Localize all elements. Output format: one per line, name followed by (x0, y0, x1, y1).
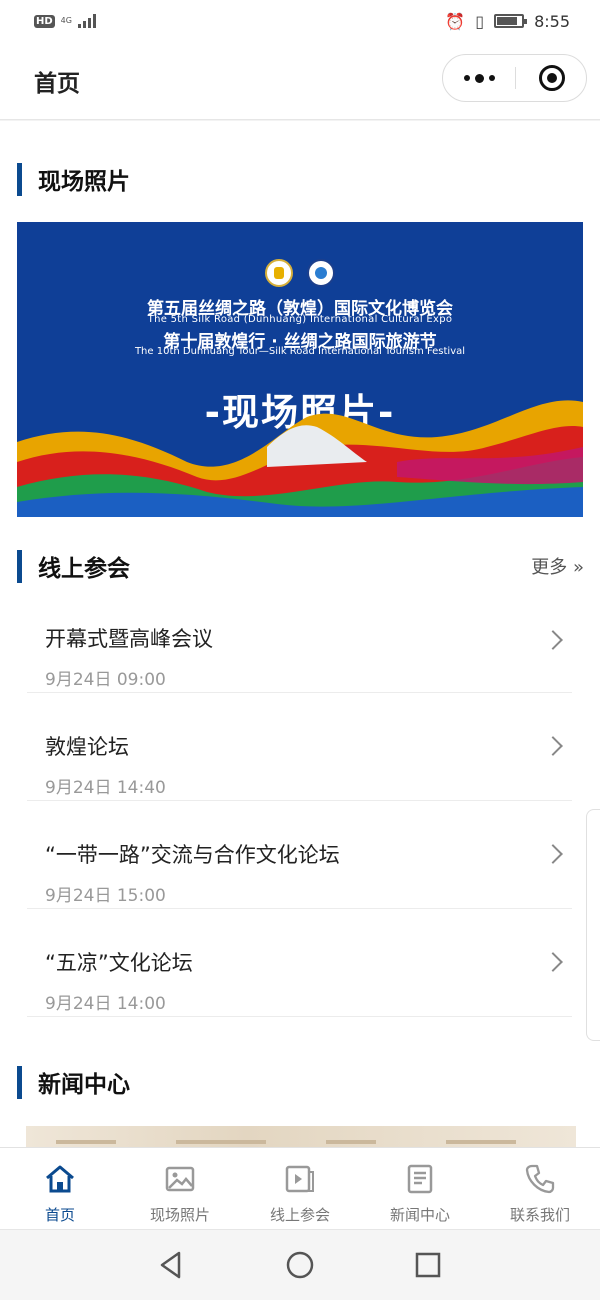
chevron-right-icon (543, 630, 563, 650)
network-hd-label: HD (34, 14, 55, 28)
image-icon (165, 1166, 195, 1192)
network-type-label: 4G (60, 16, 72, 25)
floating-side-handle[interactable] (586, 809, 600, 1041)
heading-accent-bar (17, 549, 22, 583)
news-heading: 新闻中心 (38, 1072, 130, 1098)
recent-apps-icon[interactable] (413, 1250, 443, 1280)
list-item[interactable]: 开幕式暨高峰会议 9月24日 09:00 (27, 593, 572, 693)
photos-heading: 现场照片 (38, 169, 130, 195)
home-circle-icon[interactable] (285, 1250, 315, 1280)
title-bar: 首页 (0, 42, 600, 120)
tab-label: 联系我们 (509, 1206, 570, 1224)
session-date: 9月24日 09:00 (45, 670, 166, 690)
list-item[interactable]: “五凉”文化论坛 9月24日 14:00 (27, 909, 572, 1017)
home-icon (46, 1165, 74, 1193)
tab-label: 线上参会 (269, 1206, 330, 1224)
session-title: 开幕式暨高峰会议 (45, 627, 213, 651)
system-navigation-bar (0, 1229, 600, 1300)
online-section-heading: 线上参会 (17, 549, 130, 583)
document-icon (407, 1164, 433, 1194)
battery-icon (494, 14, 528, 28)
status-bar: HD 4G ⏰ ▯ 8:55 (0, 0, 600, 42)
session-list: 开幕式暨高峰会议 9月24日 09:00 敦煌论坛 9月24日 14:40 “一… (27, 593, 572, 1017)
status-time: 8:55 (534, 11, 570, 31)
session-title: 敦煌论坛 (45, 735, 129, 759)
banner-line-2: The 5th Silk Road (Dunhuang) Internation… (147, 314, 453, 325)
festival-logo-icon (307, 259, 335, 287)
tab-news[interactable]: 新闻中心 (360, 1148, 480, 1229)
session-date: 9月24日 14:40 (45, 778, 166, 798)
back-icon[interactable] (157, 1250, 187, 1280)
phone-icon (525, 1164, 555, 1194)
more-link[interactable]: 更多 » (531, 553, 584, 579)
session-date: 9月24日 15:00 (45, 886, 166, 906)
banner-logos (265, 259, 335, 287)
close-mini-program-button[interactable] (539, 65, 565, 91)
tab-label: 现场照片 (149, 1206, 210, 1224)
photos-section-heading: 现场照片 (17, 162, 130, 196)
online-heading: 线上参会 (38, 556, 130, 582)
news-image[interactable] (26, 1126, 576, 1147)
chevron-right-icon (543, 844, 563, 864)
expo-logo-icon (265, 259, 293, 287)
signal-icon (77, 14, 96, 28)
capsule-divider (515, 67, 516, 89)
list-item[interactable]: “一带一路”交流与合作文化论坛 9月24日 15:00 (27, 801, 572, 909)
chevron-right-icon (543, 736, 563, 756)
tab-label: 新闻中心 (389, 1206, 450, 1224)
vibrate-icon: ▯ (475, 11, 485, 31)
alarm-icon: ⏰ (445, 11, 466, 31)
session-title: “五凉”文化论坛 (45, 951, 193, 975)
session-date: 9月24日 14:00 (45, 994, 166, 1014)
main-content[interactable]: 现场照片 第五届丝绸之路（敦煌）国际文化博览会 The 5th Silk Roa… (0, 121, 600, 1147)
photos-banner[interactable]: 第五届丝绸之路（敦煌）国际文化博览会 The 5th Silk Road (Du… (17, 222, 583, 517)
tab-photos[interactable]: 现场照片 (120, 1148, 240, 1229)
bottom-tab-bar: 首页 现场照片 线上参会 新闻中心 联系我们 (0, 1147, 600, 1229)
tab-online[interactable]: 线上参会 (240, 1148, 360, 1229)
page-title: 首页 (34, 71, 80, 97)
tab-label: 首页 (44, 1206, 75, 1224)
status-right: ⏰ ▯ 8:55 (445, 12, 570, 31)
tab-contact[interactable]: 联系我们 (480, 1148, 600, 1229)
mini-program-capsule (442, 54, 587, 102)
heading-accent-bar (17, 162, 22, 196)
news-section-heading: 新闻中心 (17, 1065, 130, 1099)
status-left: HD 4G (34, 14, 96, 28)
mountain-illustration (17, 400, 583, 517)
more-options-button[interactable] (443, 55, 515, 101)
heading-accent-bar (17, 1065, 22, 1099)
tab-home[interactable]: 首页 (0, 1148, 120, 1229)
chevron-right-icon (543, 952, 563, 972)
banner-line-4: The 10th Dunhuang Tour—Silk Road Interna… (134, 346, 466, 357)
video-icon (285, 1165, 314, 1193)
session-title: “一带一路”交流与合作文化论坛 (45, 843, 340, 867)
list-item[interactable]: 敦煌论坛 9月24日 14:40 (27, 693, 572, 801)
